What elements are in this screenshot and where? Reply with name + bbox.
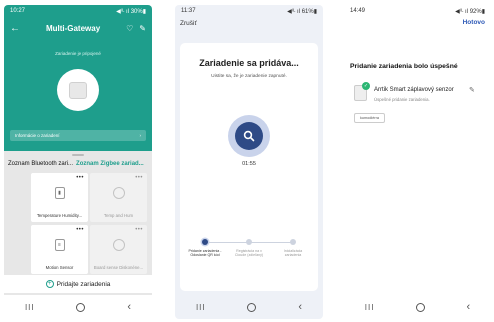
status-time: 10:27 [10,8,26,14]
sheet-handle[interactable] [72,154,84,156]
device-card[interactable]: ••• Board sense Diskonéne... [90,225,147,274]
recent-apps-icon[interactable]: III [365,303,375,312]
page-title: Multi-Gateway [45,23,101,33]
success-heading: Pridanie zariadenia bolo úspešné [350,63,458,70]
more-icon[interactable]: ••• [135,227,143,233]
step-dot [202,239,208,245]
edit-icon[interactable]: ✎ [469,86,475,94]
step-label: Registrácia na v Cloude (zdieľaný) [234,249,264,258]
subdevice-sheet: Zoznam Bluetooth zari... Zoznam Zigbee z… [4,151,152,295]
check-icon: ✓ [362,82,370,90]
edit-icon[interactable]: ✎ [139,24,146,33]
more-icon[interactable]: ••• [135,175,143,181]
android-nav-bar: III ‹ [175,295,323,319]
step-dot [246,239,252,245]
status-time: 11:37 [181,8,196,14]
connection-status: Zariadenie je pripojené [55,51,101,56]
sensor-icon [112,239,125,251]
device-card-label: Temperature Humidity... [36,213,83,218]
gateway-device-image [57,69,99,111]
adding-heading: Zariadenie sa pridáva... [199,58,299,68]
add-devices-label: Pridajte zariadenia [56,280,111,288]
device-info-label: Informácie o zariadení [15,133,60,138]
search-spinner [228,115,270,157]
device-card-label: Board sense Diskonéne... [93,265,144,270]
device-card-label: Temp and Hum [103,213,134,218]
status-time: 14:49 [350,8,366,14]
gateway-box-icon [69,81,87,99]
android-nav-bar: III ‹ [4,295,152,319]
step-label: Inicializácia zariadenia [283,249,303,258]
top-actions: ♡ ✎ [126,24,146,33]
tab-bluetooth[interactable]: Zoznam Bluetooth zari... [8,161,73,167]
device-card-label: Motion Sensor [45,265,74,270]
status-bar: 11:37 ◀⁾ᴸ ıl 61%▮ [175,5,323,17]
secondary-button[interactable]: kumodiérra [354,113,385,123]
step-item: Pridanie zariadenia - Odoslanie QR kód [188,239,222,258]
step-dot [290,239,296,245]
countdown-timer: 01:55 [242,161,256,167]
done-button[interactable]: Hotovo [463,19,485,26]
device-card[interactable]: ••• ≡ Motion Sensor [31,225,88,274]
screenshot-root: 10:27 ◀⁾ᴸ ıl 30%▮ ← Multi-Gateway ♡ ✎ Za… [0,0,494,322]
status-bar: 14:49 ◀⁾ᴸ ıl 92%▮ [344,5,491,17]
cancel-button[interactable]: Zrušiť [180,20,197,27]
status-icons: ◀⁾ᴸ ıl 92%▮ [455,8,485,15]
search-icon [235,122,263,150]
back-icon[interactable]: ‹ [127,301,131,313]
top-bar: ← Multi-Gateway ♡ ✎ [4,17,152,39]
adding-subtitle: Uistite sa, že je zariadenie zapnuté. [211,74,287,79]
phone-adding-device: 11:37 ◀⁾ᴸ ıl 61%▮ Zrušiť Zariadenie sa p… [175,5,323,319]
device-info-bar[interactable]: Informácie o zariadení › [10,130,146,141]
adding-card: Zariadenie sa pridáva... Uistite sa, že … [180,43,318,291]
home-icon[interactable] [415,302,425,312]
back-icon[interactable]: ‹ [467,301,471,313]
device-list-tabs: Zoznam Bluetooth zari... Zoznam Zigbee z… [8,158,148,170]
step-label: Pridanie zariadenia - Odoslanie QR kód [188,249,222,258]
home-icon[interactable] [247,302,257,312]
status-icons: ◀⁾ᴸ ıl 30%▮ [116,8,146,15]
sensor-icon: ▮ [54,187,65,199]
phone-device-added: 14:49 ◀⁾ᴸ ıl 92%▮ Hotovo Pridanie zariad… [344,5,491,319]
back-arrow-icon[interactable]: ← [10,23,20,34]
more-icon[interactable]: ••• [76,175,84,181]
device-added-note: Úspešné pridanie zariadenia. [374,97,430,102]
android-nav-bar: III ‹ [344,295,491,319]
device-card[interactable]: ••• ▮ Temperature Humidity... [31,173,88,222]
device-name: Arrtik Smart záplavový senzor [374,87,454,93]
phone-gateway: 10:27 ◀⁾ᴸ ıl 30%▮ ← Multi-Gateway ♡ ✎ Za… [4,5,152,319]
more-icon[interactable]: ••• [76,227,84,233]
device-card[interactable]: ••• Temp and Hum [90,173,147,222]
status-bar: 10:27 ◀⁾ᴸ ıl 30%▮ [4,5,152,17]
tab-zigbee[interactable]: Zoznam Zigbee zariad... [76,161,144,167]
plus-icon: + [45,280,54,288]
chevron-right-icon: › [139,133,142,138]
recent-apps-icon[interactable]: III [196,303,206,312]
back-icon[interactable]: ‹ [298,301,302,313]
step-item: Inicializácia zariadenia [276,239,310,258]
sensor-icon [112,187,125,199]
status-icons: ◀⁾ᴸ ıl 61%▮ [287,8,317,15]
shield-icon[interactable]: ♡ [126,24,133,33]
motion-sensor-icon: ≡ [54,239,65,251]
step-item: Registrácia na v Cloude (zdieľaný) [232,239,266,258]
progress-steps: Pridanie zariadenia - Odoslanie QR kód R… [188,239,310,279]
device-grid: ••• ▮ Temperature Humidity... ••• Temp a… [31,173,147,275]
home-icon[interactable] [76,302,86,312]
recent-apps-icon[interactable]: III [25,303,35,312]
add-devices-button[interactable]: + Pridajte zariadenia [4,275,152,293]
